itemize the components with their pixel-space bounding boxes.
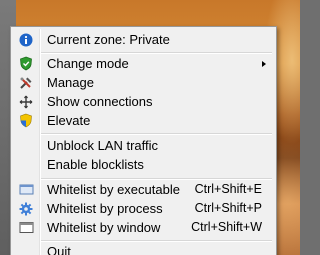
menu-item-whitelist-by-executable[interactable]: Whitelist by executable Ctrl+Shift+E <box>13 180 274 199</box>
shortcut-text: Ctrl+Shift+E <box>194 182 262 196</box>
menu-item-current-zone[interactable]: Current zone: Private <box>13 30 274 49</box>
shield-icon <box>13 54 39 73</box>
executable-icon <box>13 180 39 199</box>
window-icon <box>13 218 39 237</box>
menu-item-label: Whitelist by process <box>47 201 163 216</box>
uac-shield-icon <box>13 111 39 130</box>
menu-item-whitelist-by-process[interactable]: Whitelist by process Ctrl+Shift+P <box>13 199 274 218</box>
menu-item-label: Current zone: Private <box>47 32 170 47</box>
menu-item-label: Show connections <box>47 94 153 109</box>
menu-item-label: Whitelist by executable <box>47 182 180 197</box>
menu-item-whitelist-by-window[interactable]: Whitelist by window Ctrl+Shift+W <box>13 218 274 237</box>
menu-item-elevate[interactable]: Elevate <box>13 111 274 130</box>
tray-context-menu: Current zone: Private Change mode Manage <box>10 26 277 255</box>
menu-separator <box>41 133 272 135</box>
network-icon <box>13 92 39 111</box>
menu-item-manage[interactable]: Manage <box>13 73 274 92</box>
submenu-arrow-icon <box>262 61 266 67</box>
shortcut-text: Ctrl+Shift+W <box>191 220 262 234</box>
menu-item-label: Manage <box>47 75 94 90</box>
menu-item-quit[interactable]: Quit <box>13 242 274 255</box>
menu-item-unblock-lan-traffic[interactable]: Unblock LAN traffic <box>13 136 274 155</box>
shortcut-text: Ctrl+Shift+P <box>194 201 262 215</box>
menu-item-label: Quit <box>47 244 71 255</box>
info-icon <box>13 30 39 49</box>
menu-item-change-mode[interactable]: Change mode <box>13 54 274 73</box>
menu-item-label: Whitelist by window <box>47 220 161 235</box>
menu-item-enable-blocklists[interactable]: Enable blocklists <box>13 155 274 174</box>
menu-item-show-connections[interactable]: Show connections <box>13 92 274 111</box>
tools-icon <box>13 73 39 92</box>
menu-item-label: Enable blocklists <box>47 157 144 172</box>
menu-item-label: Unblock LAN traffic <box>47 138 159 153</box>
menu-item-label: Change mode <box>47 56 129 71</box>
menu-item-label: Elevate <box>47 113 91 128</box>
gear-icon <box>13 199 39 218</box>
